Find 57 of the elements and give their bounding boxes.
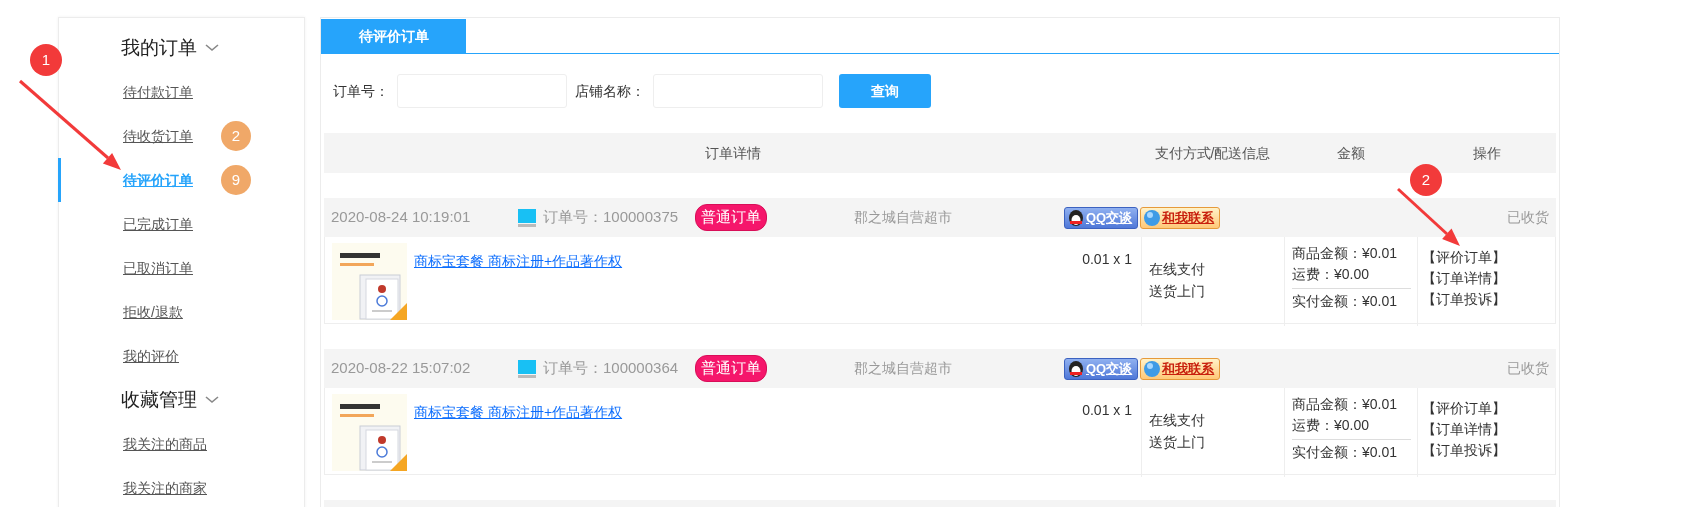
monitor-icon [517, 208, 537, 227]
order-number: 订单号：100000375 [543, 207, 680, 228]
count-badge: 9 [221, 165, 251, 195]
column-header: 操作 [1471, 143, 1502, 163]
count-badge: 2 [221, 121, 251, 151]
shipping-fee: 运费：¥0.00 [1292, 416, 1371, 435]
order-time: 2020-08-22 15:07:02 [331, 358, 472, 379]
paid-amount: 实付金额：¥0.01 [1292, 443, 1399, 462]
goods-amount: 商品金额：¥0.01 [1292, 395, 1399, 414]
goods-amount: 商品金额：¥0.01 [1292, 244, 1399, 263]
shipping-fee: 运费：¥0.00 [1292, 265, 1371, 284]
sidebar-item[interactable]: 我关注的商品 [123, 433, 207, 455]
sidebar-item[interactable]: 我关注的商家 [123, 477, 207, 499]
action-link[interactable]: 【评价订单】 [1422, 398, 1506, 419]
delivery-method: 送货上门 [1149, 433, 1206, 452]
section-title[interactable]: 我的订单 [121, 33, 197, 63]
field-label: 店铺名称： [575, 81, 645, 101]
contact-button[interactable]: 和我联系 [1140, 357, 1221, 380]
action-link[interactable]: 【订单详情】 [1422, 419, 1506, 440]
payment-method: 在线支付 [1149, 260, 1206, 279]
order-type-tag: 普通订单 [695, 355, 767, 382]
order-status: 已收货 [1507, 359, 1549, 378]
bubble-icon [1143, 359, 1162, 378]
arrow [1397, 187, 1460, 246]
section-title[interactable]: 收藏管理 [121, 385, 197, 415]
sidebar-item[interactable]: 拒收/退款 [123, 301, 183, 323]
monitor-icon [517, 359, 537, 378]
sidebar-item[interactable]: 已取消订单 [123, 257, 193, 279]
payment-method: 在线支付 [1149, 411, 1206, 430]
column-header: 订单详情 [703, 143, 762, 163]
sidebar-item[interactable]: 待付款订单 [123, 81, 193, 103]
action-link[interactable]: 【评价订单】 [1422, 247, 1506, 268]
order-time: 2020-08-24 10:19:01 [331, 207, 472, 228]
delivery-method: 送货上门 [1149, 282, 1206, 301]
penguin-icon [1067, 358, 1085, 379]
column-header: 金额 [1335, 143, 1366, 163]
order-type-tag: 普通订单 [695, 204, 767, 231]
sidebar-item[interactable]: 已完成订单 [123, 213, 193, 235]
column-header: 支付方式/配送信息 [1153, 143, 1272, 163]
order-status: 已收货 [1507, 208, 1549, 227]
sidebar-item[interactable]: 我的评价 [123, 345, 179, 367]
price-quantity: 0.01 x 1 [1082, 401, 1133, 420]
action-link[interactable]: 【订单投诉】 [1422, 289, 1506, 310]
step-marker: 1 [30, 44, 62, 76]
action-link[interactable]: 【订单详情】 [1422, 268, 1506, 289]
price-quantity: 0.01 x 1 [1082, 250, 1133, 269]
step-marker: 2 [1410, 164, 1442, 196]
product-title[interactable]: 商标宝套餐 商标注册+作品著作权 [414, 402, 623, 471]
paid-amount: 实付金额：¥0.01 [1292, 292, 1399, 311]
action-link[interactable]: 【订单投诉】 [1422, 440, 1506, 461]
bubble-icon [1143, 208, 1162, 227]
penguin-icon [1067, 207, 1085, 228]
contact-button[interactable]: 和我联系 [1140, 206, 1221, 229]
order-number: 订单号：100000364 [543, 358, 680, 379]
product-title[interactable]: 商标宝套餐 商标注册+作品著作权 [414, 251, 623, 320]
sidebar-item[interactable]: 待收货订单 [123, 125, 193, 147]
field-label: 订单号： [333, 81, 389, 101]
